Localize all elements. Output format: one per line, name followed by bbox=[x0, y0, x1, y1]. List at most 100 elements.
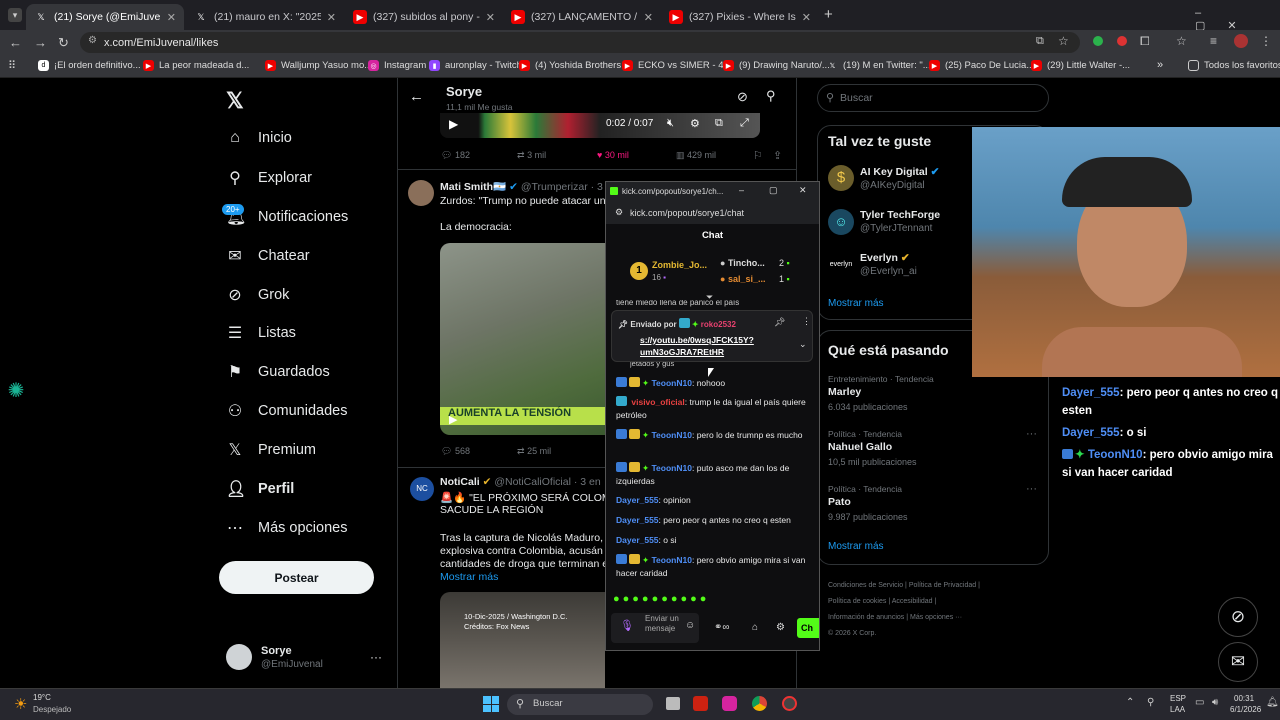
close-icon[interactable]: ✕ bbox=[486, 11, 495, 24]
close-icon[interactable]: ✕ bbox=[327, 11, 336, 24]
settings-icon[interactable]: ⚙ bbox=[690, 117, 700, 130]
grok-icon[interactable]: ⊘ bbox=[737, 89, 748, 105]
volume-icon[interactable]: 🔊︎ bbox=[1212, 697, 1218, 708]
fullscreen-icon[interactable]: ⤢ bbox=[740, 117, 749, 130]
tab-4[interactable]: ▶ (327) LANÇAMENTO / GOD OF ✕ bbox=[503, 4, 661, 30]
task-view-icon[interactable] bbox=[666, 697, 680, 710]
nav-listas[interactable]: ☰ Listas bbox=[226, 323, 296, 343]
bookmark-item[interactable]: ▶ (4) Yoshida Brothers... bbox=[519, 60, 629, 71]
tweet-handle[interactable]: @NotiCaliOficial bbox=[494, 476, 571, 488]
send-button[interactable]: Ch bbox=[797, 618, 819, 638]
shop-icon[interactable]: ⌂ bbox=[752, 622, 758, 633]
avatar[interactable]: $ bbox=[828, 165, 854, 191]
tab-5[interactable]: ▶ (327) Pixies - Where Is My Mind ✕ bbox=[661, 4, 819, 30]
reply-count[interactable]: 💬︎ 568 bbox=[441, 446, 470, 457]
leader-name[interactable]: ● sal_si_... bbox=[720, 274, 765, 284]
close-icon[interactable]: ✕ bbox=[799, 185, 807, 196]
tweet-image[interactable]: 10-Dic-2025 / Washington D.C. Créditos: … bbox=[440, 592, 605, 688]
minimize-icon[interactable]: – bbox=[739, 185, 744, 195]
follow-name[interactable]: Tyler TechForge bbox=[860, 209, 940, 221]
play-icon[interactable]: ▶ bbox=[449, 413, 457, 426]
more-icon[interactable]: ··· bbox=[370, 650, 382, 664]
media-icon[interactable]: ≡ bbox=[1210, 34, 1217, 48]
footer-link[interactable]: Condiciones de Servicio bbox=[828, 582, 903, 589]
nav-premium[interactable]: 𝕏 Premium bbox=[226, 440, 316, 460]
tab-search-icon[interactable]: ▾ bbox=[8, 8, 22, 22]
nav-grok[interactable]: ⊘ Grok bbox=[226, 285, 289, 305]
settings-icon[interactable]: ⚙ bbox=[776, 622, 785, 633]
chevron-up-icon[interactable]: ⌃ bbox=[1126, 697, 1134, 708]
emote-bar[interactable]: ●●●●●●●●●● bbox=[613, 593, 709, 605]
emoji-icon[interactable]: ☺ bbox=[685, 621, 695, 631]
pip-icon[interactable]: ⧉ bbox=[715, 117, 723, 130]
tweet-handle[interactable]: @Trumperizar bbox=[521, 181, 588, 193]
bookmark-item[interactable]: ▶ (29) Little Walter -... bbox=[1031, 60, 1130, 71]
back-arrow-icon[interactable]: ← bbox=[409, 88, 424, 105]
instagram-icon[interactable] bbox=[722, 696, 737, 711]
bookmark-item[interactable]: ◎ Instagram bbox=[368, 60, 426, 71]
nav-explorar[interactable]: ⚲ Explorar bbox=[226, 168, 312, 188]
close-icon[interactable]: ✕ bbox=[802, 11, 811, 24]
tweet-author[interactable]: Mati Smith bbox=[440, 181, 493, 193]
usb-icon[interactable]: ⚲ bbox=[1147, 697, 1154, 708]
leader-name[interactable]: Zombie_Jo... bbox=[652, 260, 707, 270]
chat-username[interactable]: TeoonN10 bbox=[652, 463, 692, 473]
clock-time[interactable]: 00:31 bbox=[1234, 694, 1254, 703]
lang-code[interactable]: ESP bbox=[1170, 694, 1186, 703]
more-vertical-icon[interactable]: ⋮ bbox=[802, 316, 811, 327]
bookmark-icon[interactable]: ⚐ bbox=[753, 149, 763, 162]
chat-username[interactable]: TeoonN10 bbox=[652, 430, 692, 440]
extension-icon[interactable] bbox=[1093, 36, 1103, 46]
mute-icon[interactable]: 🔇︎ bbox=[667, 117, 674, 130]
repost-count[interactable]: ⇄ 25 mil bbox=[517, 446, 551, 457]
bookmark-item[interactable]: ▶ (25) Paco De Lucia... bbox=[929, 60, 1034, 71]
chat-username[interactable]: visivo_oficial bbox=[631, 397, 684, 407]
tab-1[interactable]: 𝕏 (21) Sorye (@EmiJuvenal) / X ✕ bbox=[26, 4, 184, 30]
nav-comunidades[interactable]: ⚇ Comunidades bbox=[226, 401, 348, 421]
url-field[interactable]: ⚙ x.com/EmiJuvenal/likes ⧉ ☆ bbox=[80, 32, 1080, 53]
pinned-link[interactable]: s://youtu.be/0wsqJFCK15Y? bbox=[640, 335, 754, 345]
footer-link[interactable]: Política de Privacidad bbox=[909, 582, 976, 589]
tab-2[interactable]: 𝕏 (21) mauro en X: "2025: grok er ✕ bbox=[186, 4, 344, 30]
bookmark-item[interactable]: ▮ auronplay - Twitch bbox=[429, 60, 522, 71]
search-input[interactable]: ⚲ Buscar bbox=[817, 84, 1049, 112]
star-icon[interactable]: ☆ bbox=[1058, 34, 1069, 48]
avatar[interactable] bbox=[408, 180, 434, 206]
chrome-icon[interactable] bbox=[752, 696, 767, 711]
avatar[interactable]: ☺ bbox=[828, 209, 854, 235]
nav-mas-opciones[interactable]: ⋯ Más opciones bbox=[226, 518, 347, 538]
app-icon[interactable] bbox=[693, 696, 708, 711]
view-count[interactable]: ▥ 429 mil bbox=[676, 150, 716, 161]
follow-name[interactable]: AI Key Digital ✔ bbox=[860, 166, 939, 178]
avatar[interactable]: everlyn bbox=[828, 252, 854, 278]
app-icon[interactable] bbox=[782, 696, 797, 711]
trend-name[interactable]: Marley bbox=[828, 386, 861, 398]
share-icon[interactable]: ⇪ bbox=[773, 149, 782, 162]
site-info-icon[interactable]: ⚙ bbox=[88, 35, 97, 46]
bookmark-item[interactable]: 𝕏 (19) M en Twitter: "... bbox=[827, 60, 931, 71]
avatar[interactable]: NC bbox=[410, 477, 434, 501]
post-button[interactable]: Postear bbox=[219, 561, 374, 594]
trend-name[interactable]: Nahuel Gallo bbox=[828, 441, 892, 453]
show-more-link[interactable]: Mostrar más bbox=[440, 571, 498, 583]
x-logo-icon[interactable]: 𝕏 bbox=[226, 88, 244, 114]
more-icon[interactable]: ··· bbox=[1026, 428, 1037, 440]
play-icon[interactable]: ▶ bbox=[449, 117, 458, 131]
favorites-icon[interactable]: ☆ bbox=[1176, 34, 1187, 48]
chat-username[interactable]: Dayer_555 bbox=[616, 515, 659, 525]
close-icon[interactable]: ✕ bbox=[167, 11, 176, 24]
extensions-puzzle-icon[interactable]: ⧠ bbox=[1140, 34, 1150, 49]
bookmark-item[interactable]: d ¡El orden definitivo... bbox=[38, 60, 141, 71]
bookmark-item[interactable]: ▶ ECKO vs SIMER - 4t... bbox=[622, 60, 734, 71]
chevron-down-icon[interactable]: ⌄ bbox=[799, 339, 807, 350]
repost-count[interactable]: ⇄ 3 mil bbox=[517, 150, 546, 161]
bookmark-item[interactable]: ▶ (9) Drawing Naruto/... bbox=[723, 60, 830, 71]
footer-link[interactable]: Información de anuncios bbox=[828, 614, 904, 621]
pinned-message[interactable]: 📌︎ Enviado por ✦ roko2532 📌︎ ⋮ s://youtu… bbox=[611, 310, 813, 362]
chat-username[interactable]: TeoonN10 bbox=[652, 378, 692, 388]
users-icon[interactable]: ⚭∞ bbox=[714, 622, 730, 633]
nav-notificaciones[interactable]: 🔔︎ Notificaciones bbox=[226, 207, 348, 227]
like-count[interactable]: ♥ 30 mil bbox=[597, 150, 629, 160]
bookmark-item[interactable]: ▶ La peor madeada d... bbox=[143, 60, 249, 71]
chat-username[interactable]: Dayer_555 bbox=[616, 535, 659, 545]
